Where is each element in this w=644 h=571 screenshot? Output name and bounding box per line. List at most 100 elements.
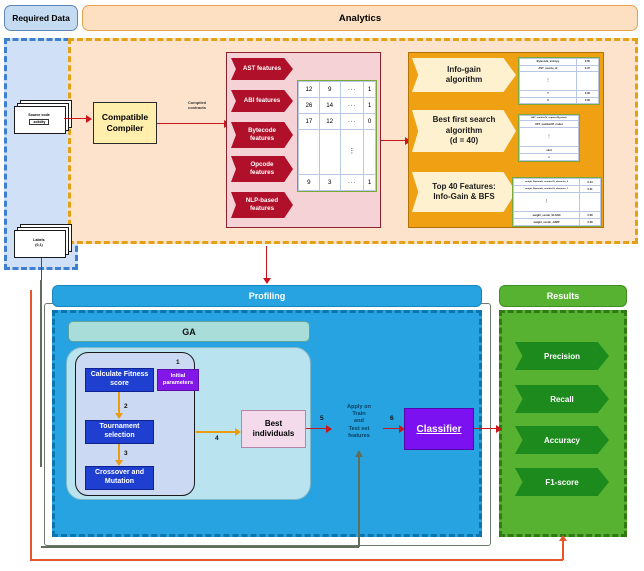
- cell: AST_numberOf_nodes: [519, 120, 579, 129]
- connector-results-feedback-left-vertical: [30, 290, 32, 560]
- cell: [298, 128, 320, 176]
- result-accuracy-label: Accuracy: [543, 435, 581, 445]
- table-row: x: [519, 153, 579, 161]
- initial-parameters-line2: parameters: [162, 380, 194, 386]
- feature-chevron-opcode: Opcode features: [231, 156, 293, 182]
- ga-fitness-line1: Calculate Fitness: [90, 371, 149, 379]
- ga-header: GA: [68, 321, 310, 342]
- top40-line2: Info-Gain & BFS: [433, 192, 495, 201]
- table-row: AST_numberOf_nodes: [519, 120, 579, 129]
- profiling-header: Profiling: [52, 285, 482, 307]
- feature-chevron-nlp: NLP-based features: [231, 192, 293, 218]
- cell: ⋮: [519, 127, 579, 148]
- result-recall-label: Recall: [550, 394, 574, 404]
- ga-crossover-line1: Crossover and: [94, 469, 145, 477]
- classifier-label: Classifier: [416, 423, 462, 435]
- ga-crossover-line2: Mutation: [104, 478, 135, 485]
- table-row-ellipsis: ⋮: [512, 192, 601, 212]
- result-metric-f1-score: F1-score: [515, 468, 609, 496]
- connector-analytics-to-profiling: [266, 246, 268, 280]
- result-metric-recall: Recall: [515, 385, 609, 413]
- table-row-ellipsis: ⋮: [519, 127, 579, 148]
- connector-compiler-to-features: [157, 123, 225, 125]
- apply-on-train-test-label: Apply on Train and Test set features: [335, 397, 383, 447]
- best-first-search-banner: Best first search algorithm (d = 40): [412, 110, 516, 152]
- feature-chevron-ast-label: AST features: [242, 64, 282, 72]
- cell: weight_ocode_SLOAD: [512, 211, 581, 219]
- step-number-4: 4: [215, 435, 219, 442]
- apply-line1: Apply on: [347, 403, 371, 410]
- table-row: weight_Bytecode_numberOf_character_0 0.3…: [512, 178, 601, 186]
- ga-step-crossover-mutation: Crossover and Mutation: [85, 466, 154, 490]
- cell: 9: [318, 81, 341, 98]
- cell: 12: [318, 112, 341, 130]
- table-row-ellipsis: ⋮: [298, 128, 376, 176]
- compiled-contracts-edge-label: Compiled contracts: [168, 95, 226, 115]
- cell: stmt: [519, 146, 579, 155]
- feature-chevron-nlp-line1: NLP-based: [245, 196, 279, 204]
- ga-tournament-line1: Tournament: [99, 423, 140, 431]
- table-row: weight_Bytecode_numberOf_character_1 0.3…: [512, 185, 601, 193]
- compiled-contracts-line2: contracts: [187, 105, 206, 110]
- connector-best-to-apply: [306, 428, 328, 430]
- table-row: X 0.00: [519, 96, 600, 104]
- top40-features-table: weight_Bytecode_numberOf_character_0 0.3…: [512, 177, 602, 227]
- ga-step-calculate-fitness: Calculate Fitness score: [85, 368, 154, 392]
- connector-labels-down: [41, 258, 43, 280]
- cell: ···: [339, 174, 365, 191]
- cell: 0: [363, 112, 376, 130]
- cell: 1: [363, 96, 376, 114]
- ga-tournament-line2: selection: [104, 432, 135, 439]
- arrowhead-best-to-apply: [326, 424, 332, 433]
- connector-labels-to-apply-vertical: [40, 280, 42, 467]
- compiler-label-line2: Compiler: [106, 123, 144, 133]
- feature-matrix-table: 12 9 ··· 1 26 14 ··· 1 17 12 ··· 0 ⋮ 9 3…: [297, 80, 377, 192]
- result-precision-label: Precision: [543, 351, 580, 361]
- cell: ···: [339, 81, 365, 98]
- cell: X: [519, 96, 577, 104]
- apply-line5: features: [348, 432, 370, 439]
- cell: 0.38: [579, 218, 601, 226]
- cell: 14: [318, 96, 341, 114]
- arrowhead-tournament-to-crossover: [115, 460, 123, 466]
- table-row: 12 9 ··· 1: [298, 81, 376, 98]
- connector-classifier-to-results: [474, 428, 498, 430]
- feature-chevron-bytecode-line2: features: [249, 135, 275, 142]
- best-individuals-line1: Best: [264, 419, 283, 428]
- initial-parameters-line1: Initial: [170, 373, 186, 380]
- step-number-3: 3: [124, 450, 128, 457]
- compiler-label-line1: Compatible: [101, 112, 149, 123]
- cell: 3: [318, 174, 341, 191]
- bfs-line2: algorithm: [445, 125, 483, 135]
- cell: 0.34: [579, 178, 601, 186]
- classifier-node: Classifier: [404, 408, 474, 450]
- feature-chevron-ast: AST features: [231, 58, 293, 80]
- ga-header-label: GA: [182, 326, 196, 337]
- table-row: stmt: [519, 146, 579, 155]
- result-metric-precision: Precision: [515, 342, 609, 370]
- infogain-algorithm-banner: Info-gain algorithm: [412, 58, 516, 92]
- ga-step-tournament-selection: Tournament selection: [85, 420, 154, 444]
- apply-line2: Train: [352, 411, 366, 418]
- cell: [318, 128, 341, 176]
- labels-document-stack: Labels (0,1): [14, 224, 72, 258]
- cell: 0.31: [579, 185, 601, 193]
- cell: 1: [363, 81, 376, 98]
- table-row: 9 3 ··· 1: [298, 174, 376, 191]
- source-code-label: Source code .solidity: [14, 106, 64, 132]
- cell: 9: [298, 174, 320, 191]
- cell: weight_Bytecode_numberOf_character_1: [512, 185, 581, 193]
- step-number-6: 6: [390, 415, 394, 422]
- cell: ···: [339, 112, 365, 130]
- arrowhead-classifier-to-results: [496, 424, 502, 433]
- cell: [363, 128, 376, 176]
- feature-chevron-bytecode: Bytecode features: [231, 122, 293, 148]
- best-individuals-node: Best individuals: [241, 410, 306, 448]
- table-row-ellipsis: ⋮: [519, 71, 600, 91]
- cell: 1: [363, 174, 376, 191]
- source-code-extension: .solidity: [28, 118, 50, 126]
- results-header: Results: [499, 285, 627, 307]
- arrowhead-feedback-to-apply: [355, 450, 363, 457]
- arrowhead-fitness-to-tournament: [115, 413, 123, 419]
- cell: [575, 71, 600, 91]
